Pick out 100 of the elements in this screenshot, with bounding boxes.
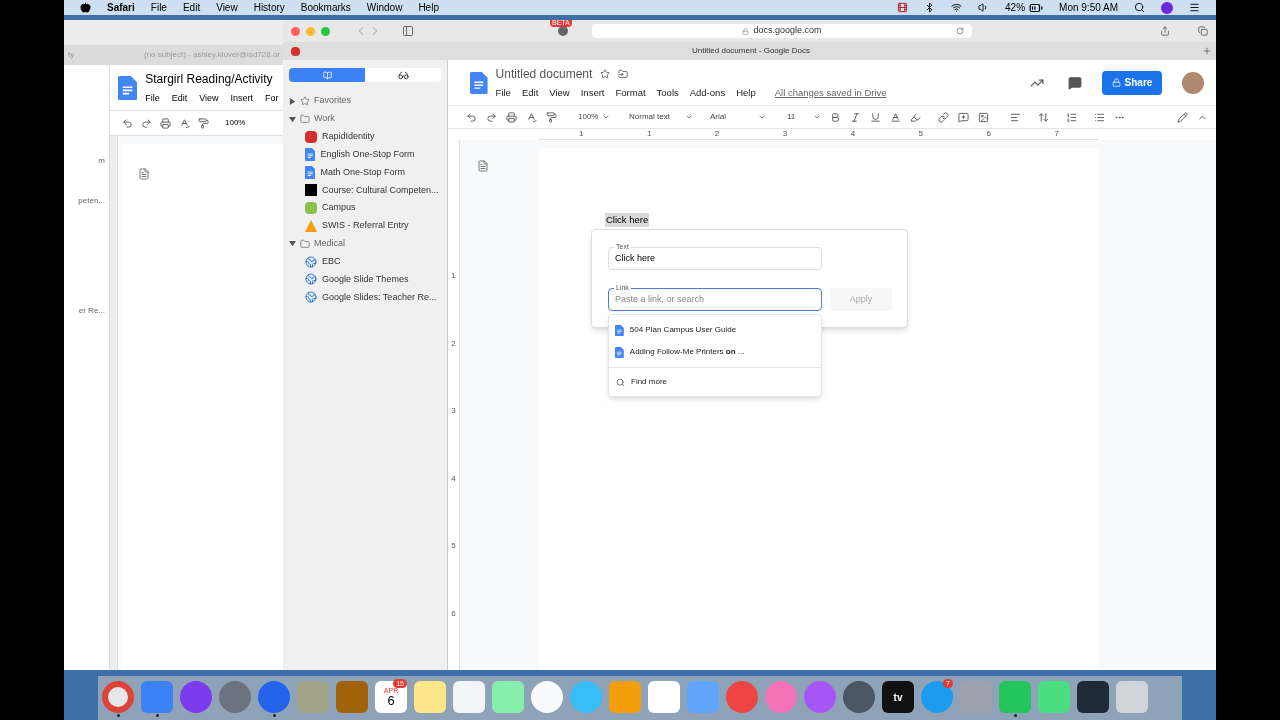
menu-item[interactable]: View (199, 91, 219, 106)
undo-icon[interactable] (122, 117, 133, 129)
menu-item[interactable]: File (495, 85, 511, 101)
share-icon[interactable] (1160, 26, 1170, 36)
redo-icon[interactable] (486, 111, 497, 123)
reload-icon[interactable] (956, 27, 964, 35)
avatar[interactable] (1182, 71, 1204, 94)
comments-icon[interactable] (1068, 75, 1082, 90)
star-icon[interactable] (600, 68, 611, 79)
menu-item[interactable]: Edit (171, 91, 188, 106)
spellcheck-icon[interactable] (179, 117, 190, 129)
menu-item[interactable]: Help (736, 85, 756, 101)
apple-icon[interactable] (80, 2, 91, 13)
app-menu[interactable]: Safari (107, 0, 135, 15)
add-comment-icon[interactable] (958, 111, 969, 123)
disclosure-icon[interactable] (289, 97, 296, 105)
bookmark-item[interactable]: Google Slide Themes (322, 272, 409, 287)
menu-item[interactable]: File (150, 0, 167, 15)
find-more-link[interactable]: Find more (631, 376, 667, 388)
print-icon[interactable] (506, 111, 517, 123)
highlight-icon[interactable] (910, 111, 921, 123)
bookmark-folder[interactable]: Work (314, 112, 335, 126)
menu-item[interactable]: Edit (521, 85, 539, 101)
bookmark-item[interactable]: Course: Cultural Competen... (322, 183, 439, 198)
tabs-icon[interactable] (1198, 26, 1208, 36)
sidebar-toggle-icon[interactable] (402, 25, 414, 37)
siri-icon[interactable] (1161, 1, 1173, 14)
italic-icon[interactable] (850, 111, 861, 123)
pencil-icon[interactable] (1177, 111, 1188, 123)
bookmark-item[interactable]: Math One-Stop Form (320, 165, 405, 180)
document-title[interactable]: Stargirl Reading/Activity (145, 69, 279, 88)
film-icon[interactable] (897, 2, 909, 13)
bookmarks-tab[interactable] (289, 68, 365, 82)
menu-item[interactable]: For (265, 91, 279, 106)
zoom-select[interactable]: 100% (225, 117, 246, 129)
paint-format-icon[interactable] (198, 117, 209, 129)
menu-item[interactable]: History (253, 0, 285, 15)
link-icon[interactable] (938, 111, 949, 123)
search-icon[interactable] (1134, 2, 1145, 13)
menu-icon[interactable] (1189, 2, 1200, 13)
running-indicator (1013, 714, 1017, 717)
browser-tab[interactable]: Untitled document - Google Docs (300, 45, 1202, 57)
style-select[interactable]: Normal text (629, 111, 693, 123)
bulleted-list-icon[interactable] (1094, 111, 1105, 123)
search-icon (616, 377, 625, 387)
menu-item[interactable]: Edit (182, 0, 201, 15)
line-spacing-icon[interactable] (1038, 111, 1049, 123)
menu-item[interactable]: Help (418, 0, 439, 15)
image-icon[interactable] (978, 111, 989, 123)
bookmark-item[interactable]: SWIS - Referral Entry (322, 219, 409, 233)
close-button[interactable] (291, 26, 300, 36)
redo-icon[interactable] (141, 117, 152, 129)
numbered-list-icon[interactable] (1066, 111, 1077, 123)
zoom-button[interactable] (321, 26, 330, 36)
font-size-select[interactable]: 11 (787, 111, 821, 123)
address-field[interactable]: docs.google.com (592, 24, 972, 38)
outline-icon[interactable] (477, 160, 489, 172)
tv-label: tv (893, 690, 903, 705)
bookmark-item[interactable]: Campus (322, 201, 356, 215)
clock[interactable]: Mon 9:50 AM (1059, 0, 1118, 15)
text-color-icon[interactable] (890, 111, 901, 123)
suggestion-item[interactable]: 504 Plan Campus User Guide (629, 324, 737, 336)
menu-item[interactable]: Format (615, 85, 646, 101)
suggestion-item[interactable]: Adding Follow-Me Printers on ... (629, 346, 745, 358)
menu-item[interactable]: Window (366, 0, 403, 15)
outline-icon[interactable] (138, 168, 150, 180)
save-status-link[interactable]: All changes saved in Drive (774, 85, 887, 101)
menu-item[interactable]: Add-ons (689, 85, 726, 101)
reading-list-tab[interactable] (365, 68, 441, 82)
menu-item[interactable]: Bookmarks (300, 0, 351, 15)
wifi-icon[interactable] (951, 2, 963, 13)
bookmark-folder[interactable]: Favorites (314, 94, 351, 108)
menu-item[interactable]: Insert (580, 85, 605, 101)
bookmark-item[interactable]: RapidIdentity (322, 130, 375, 144)
move-icon[interactable] (618, 68, 629, 79)
document-title[interactable]: Untitled document (495, 64, 593, 83)
share-button[interactable]: Share (1102, 70, 1162, 95)
print-icon[interactable] (160, 117, 171, 129)
menu-item[interactable]: File (145, 91, 160, 106)
bookmark-folder[interactable]: Medical (314, 237, 345, 251)
align-icon[interactable] (1010, 111, 1021, 123)
pinned-tab-icon[interactable] (291, 46, 300, 56)
menu-item[interactable]: View (216, 0, 238, 15)
spellcheck-icon[interactable] (526, 111, 537, 123)
bookmark-item[interactable]: English One-Stop Form (320, 147, 415, 162)
bookmark-item[interactable]: Google Slides: Teacher Re... (322, 290, 437, 304)
underline-icon[interactable] (870, 111, 881, 123)
bold-icon[interactable] (830, 111, 841, 123)
disclosure-icon[interactable] (289, 240, 296, 248)
link-input[interactable]: Paste a link, or search (615, 292, 821, 307)
undo-icon[interactable] (466, 111, 477, 123)
menu-item[interactable]: View (549, 85, 570, 101)
bookmark-item[interactable]: EBC (322, 254, 341, 269)
zoom-select[interactable]: 100% (578, 111, 612, 123)
new-tab-icon[interactable] (1202, 46, 1212, 56)
font-select[interactable]: Arial (710, 111, 766, 123)
paint-format-icon[interactable] (546, 111, 557, 123)
disclosure-icon[interactable] (289, 115, 296, 123)
menu-item[interactable]: Tools (656, 85, 679, 101)
menu-item[interactable]: Insert (230, 91, 254, 106)
